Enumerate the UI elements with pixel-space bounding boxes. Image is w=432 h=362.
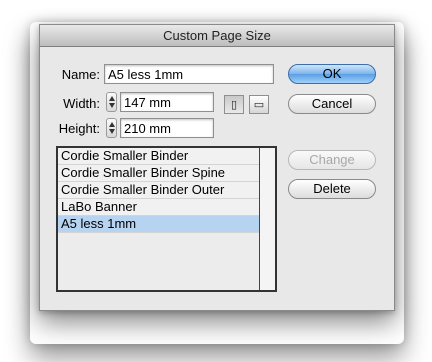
ok-button[interactable]: OK xyxy=(288,64,376,84)
name-label: Name: xyxy=(61,67,100,82)
list-item[interactable]: Cordie Smaller Binder Spine xyxy=(58,165,260,182)
portrait-page-icon: ▯ xyxy=(230,99,238,111)
height-label: Height: xyxy=(58,121,100,136)
width-field[interactable] xyxy=(120,92,214,112)
portrait-orientation-button[interactable]: ▯ xyxy=(224,95,244,114)
stepper-up-icon[interactable] xyxy=(109,96,115,101)
cancel-button[interactable]: Cancel xyxy=(288,94,376,114)
change-button[interactable]: Change xyxy=(288,150,376,170)
stepper-down-icon[interactable] xyxy=(109,129,115,134)
landscape-orientation-button[interactable]: ▭ xyxy=(249,95,269,114)
stepper-up-icon[interactable] xyxy=(109,122,115,127)
stepper-down-icon[interactable] xyxy=(109,103,115,108)
height-field[interactable] xyxy=(120,118,214,138)
width-label: Width: xyxy=(63,96,100,111)
page-size-list-items: Cordie Smaller Binder Cordie Smaller Bin… xyxy=(58,148,260,290)
list-item[interactable]: Cordie Smaller Binder xyxy=(58,148,260,165)
list-item[interactable]: Cordie Smaller Binder Outer xyxy=(58,182,260,199)
height-stepper[interactable] xyxy=(106,118,117,138)
list-scrollbar[interactable] xyxy=(259,148,275,290)
width-stepper[interactable] xyxy=(106,92,117,112)
list-item-selected[interactable]: A5 less 1mm xyxy=(58,216,260,233)
landscape-page-icon: ▭ xyxy=(253,99,265,111)
list-item[interactable]: LaBo Banner xyxy=(58,199,260,216)
page-size-list[interactable]: Cordie Smaller Binder Cordie Smaller Bin… xyxy=(56,146,277,292)
delete-button[interactable]: Delete xyxy=(288,179,376,199)
dialog-title: Custom Page Size xyxy=(40,25,394,47)
name-field[interactable] xyxy=(104,64,274,84)
custom-page-size-dialog: Custom Page Size Name: Width: ▯ ▭ Height… xyxy=(39,24,395,311)
